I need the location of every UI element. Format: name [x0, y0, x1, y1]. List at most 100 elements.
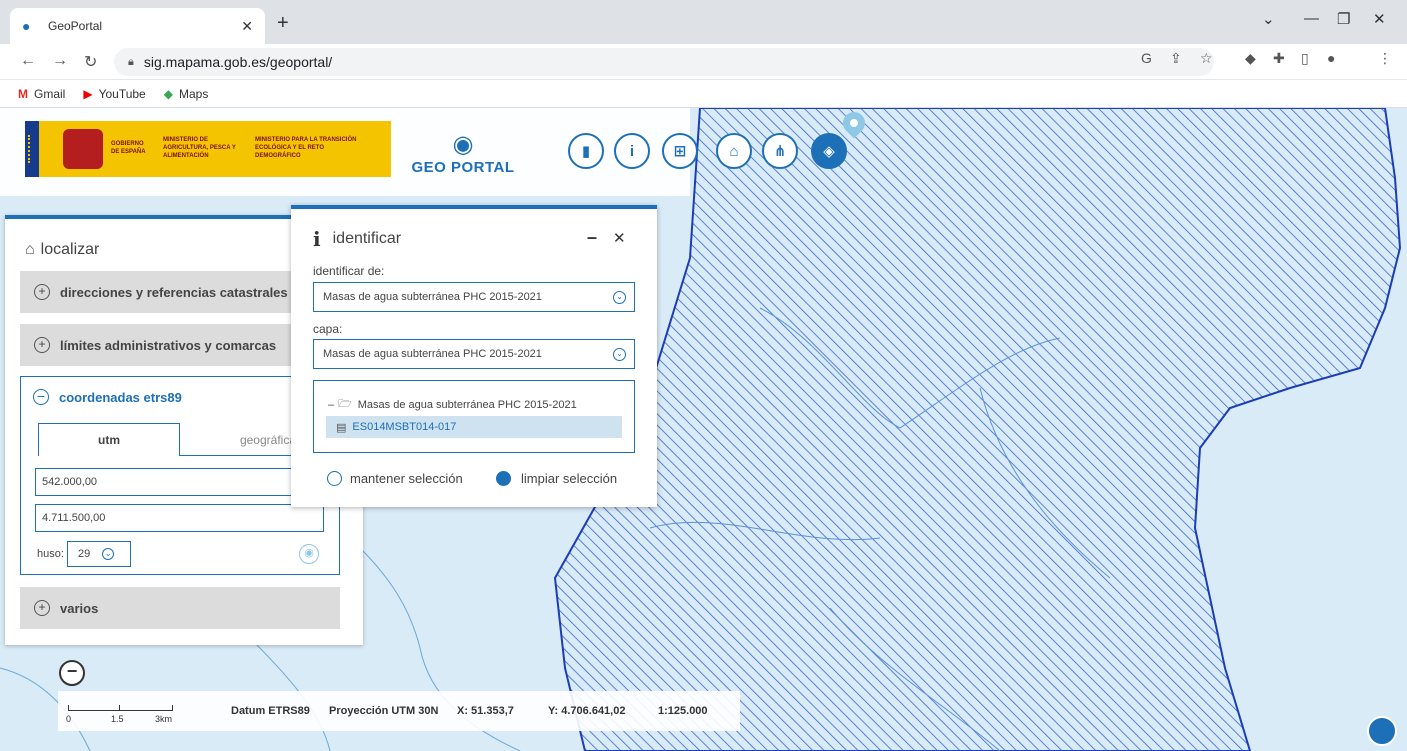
bookmark-icon[interactable]: ⊞	[662, 133, 698, 169]
accordion-label: límites administrativos y comarcas	[60, 337, 277, 353]
info-icon[interactable]: i	[614, 133, 650, 169]
bookmark-label: Maps	[178, 86, 209, 101]
clear-selection-button[interactable]: limpiar selección	[496, 471, 617, 486]
info-icon: i	[313, 227, 321, 251]
tree-leaf-node[interactable]: ▤ ES014MSBT014-017	[326, 416, 622, 438]
capa-select[interactable]: Masas de agua subterránea PHC 2015-2021 …	[313, 339, 635, 369]
clear-selection-icon	[496, 471, 511, 486]
radio-icon[interactable]	[327, 471, 342, 486]
minimize-panel-icon[interactable]: –	[587, 227, 597, 248]
localizar-title: ⌂ localizar	[25, 241, 99, 259]
menu-icon[interactable]: ⋮	[1378, 50, 1392, 67]
tab-search-icon[interactable]: ⌄	[1262, 10, 1275, 28]
chevron-down-icon: ⌄	[613, 347, 626, 361]
extension-shield-icon[interactable]: ◆	[1245, 50, 1256, 67]
identificar-de-label: identificar de:	[313, 264, 385, 278]
new-tab-icon[interactable]: +	[277, 12, 289, 35]
projection-text: Proyección UTM 30N	[329, 705, 439, 717]
utm-x-input[interactable]: 542.000,00	[35, 468, 324, 496]
clear-selection-label: limpiar selección	[521, 471, 618, 486]
document-icon: ▤	[336, 421, 347, 434]
tab-close-icon[interactable]: ✕	[241, 18, 253, 35]
globe-icon: ◉	[452, 131, 474, 158]
spain-shield-icon	[63, 129, 103, 169]
reload-icon[interactable]: ↻	[84, 52, 97, 72]
huso-select[interactable]: 29 ⌄	[67, 541, 131, 567]
profile-icon[interactable]: ●	[1327, 50, 1335, 66]
collapse-icon[interactable]: –	[328, 399, 334, 411]
plus-icon: +	[34, 337, 50, 353]
utm-y-input[interactable]: 4.711.500,00	[35, 504, 324, 532]
result-tree: – 🗁 Masas de agua subterránea PHC 2015-2…	[313, 380, 635, 453]
browser-tab[interactable]: ● GeoPortal ✕	[10, 8, 265, 44]
ruler-icon[interactable]: ▮	[568, 133, 604, 169]
accordion-varios[interactable]: + varios	[20, 587, 340, 629]
youtube-icon: ▶	[83, 86, 93, 101]
plus-icon: +	[34, 284, 50, 300]
eu-flag-icon	[25, 121, 39, 177]
bookmark-gmail[interactable]: M Gmail	[18, 87, 65, 101]
select-value: Masas de agua subterránea PHC 2015-2021	[323, 291, 542, 303]
identificar-title: i identificar	[313, 227, 401, 251]
accordion-label: varios	[60, 600, 99, 616]
bookmarks-bar: M Gmail ▶ YouTube ◆ Maps	[0, 80, 1407, 108]
layers-icon[interactable]: ◈	[811, 133, 847, 169]
tree-leaf-label: ES014MSBT014-017	[352, 421, 457, 433]
base-map-globe-icon[interactable]	[1367, 716, 1397, 746]
plus-icon: +	[34, 600, 50, 616]
map-search-icon[interactable]: ⌂	[716, 133, 752, 169]
browser-tab-bar: ● GeoPortal ✕ + ⌄ — ❐ ✕	[0, 0, 1407, 44]
accordion-label: direcciones y referencias catastrales	[60, 284, 288, 300]
localizar-title-text: localizar	[40, 241, 100, 258]
google-icon[interactable]: G	[1141, 50, 1152, 66]
scale-label-0: 0	[66, 714, 72, 724]
url-bar[interactable]: 🔒︎ sig.mapama.gob.es/geoportal/	[114, 48, 1214, 76]
locate-pin-icon[interactable]: ◉	[299, 544, 319, 564]
accordion-coordenadas-header[interactable]: − coordenadas etrs89	[33, 389, 182, 405]
bookmark-maps[interactable]: ◆ Maps	[164, 87, 209, 101]
tab-utm[interactable]: utm	[38, 423, 180, 456]
bookmark-youtube[interactable]: ▶ YouTube	[83, 87, 145, 101]
y-coordinate-text: Y: 4.706.641,02	[548, 705, 626, 717]
minimize-icon[interactable]: —	[1304, 10, 1319, 27]
forward-icon[interactable]: →	[52, 52, 68, 70]
extensions-puzzle-icon[interactable]: ✚	[1273, 50, 1285, 67]
folder-open-icon: 🗁	[338, 398, 352, 410]
tree-icon[interactable]: ⋔	[762, 133, 798, 169]
chevron-down-icon: ⌄	[102, 548, 115, 560]
share-icon[interactable]: ⇪	[1170, 50, 1182, 67]
close-panel-icon[interactable]: ✕	[613, 229, 626, 247]
minus-icon: −	[33, 389, 49, 405]
url-text: sig.mapama.gob.es/geoportal/	[143, 54, 333, 70]
window-close-icon[interactable]: ✕	[1373, 10, 1386, 28]
address-bar-row: ← → ↻ 🔒︎ sig.mapama.gob.es/geoportal/	[0, 44, 1407, 80]
map-pin-icon: ⌂	[25, 241, 35, 258]
tree-root-label: Masas de agua subterránea PHC 2015-2021	[357, 398, 577, 411]
scale-text: 1:125.000	[658, 705, 708, 717]
back-icon[interactable]: ←	[20, 52, 36, 70]
datum-text: Datum ETRS89	[231, 705, 310, 717]
identificar-title-text: identificar	[332, 230, 402, 247]
capa-label: capa:	[313, 322, 343, 336]
accordion-label: coordenadas etrs89	[59, 389, 182, 405]
x-coordinate-text: X: 51.353,7	[457, 705, 514, 717]
select-value: Masas de agua subterránea PHC 2015-2021	[323, 348, 542, 360]
sidepanel-icon[interactable]: ▯	[1301, 50, 1309, 67]
gov-text-3: MINISTERIO PARA LA TRANSICIÓN ECOLÓGICA …	[255, 137, 357, 159]
keep-selection-option[interactable]: mantener selección	[327, 471, 463, 486]
maps-icon: ◆	[163, 86, 173, 101]
keep-selection-label: mantener selección	[350, 471, 463, 486]
identificar-de-select[interactable]: Masas de agua subterránea PHC 2015-2021 …	[313, 282, 635, 312]
zoom-out-button[interactable]: −	[59, 660, 85, 686]
map-status-bar: 0 1.5 3km Datum ETRS89 Proyección UTM 30…	[58, 691, 740, 731]
bookmark-label: Gmail	[34, 86, 66, 101]
geoportal-logo[interactable]: ◉ GEO PORTAL	[408, 130, 518, 182]
star-icon[interactable]: ☆	[1200, 50, 1213, 67]
scale-label-2: 3km	[155, 714, 173, 724]
scale-bar	[68, 705, 173, 711]
gov-text-1: GOBIERNO DE ESPAÑA	[111, 141, 146, 155]
restore-icon[interactable]: ❐	[1337, 10, 1350, 28]
government-logo[interactable]: GOBIERNO DE ESPAÑA MINISTERIO DE AGRICUL…	[25, 121, 391, 177]
tree-root-node[interactable]: – 🗁 Masas de agua subterránea PHC 2015-2…	[328, 395, 577, 414]
scale-label-1: 1.5	[111, 714, 124, 724]
